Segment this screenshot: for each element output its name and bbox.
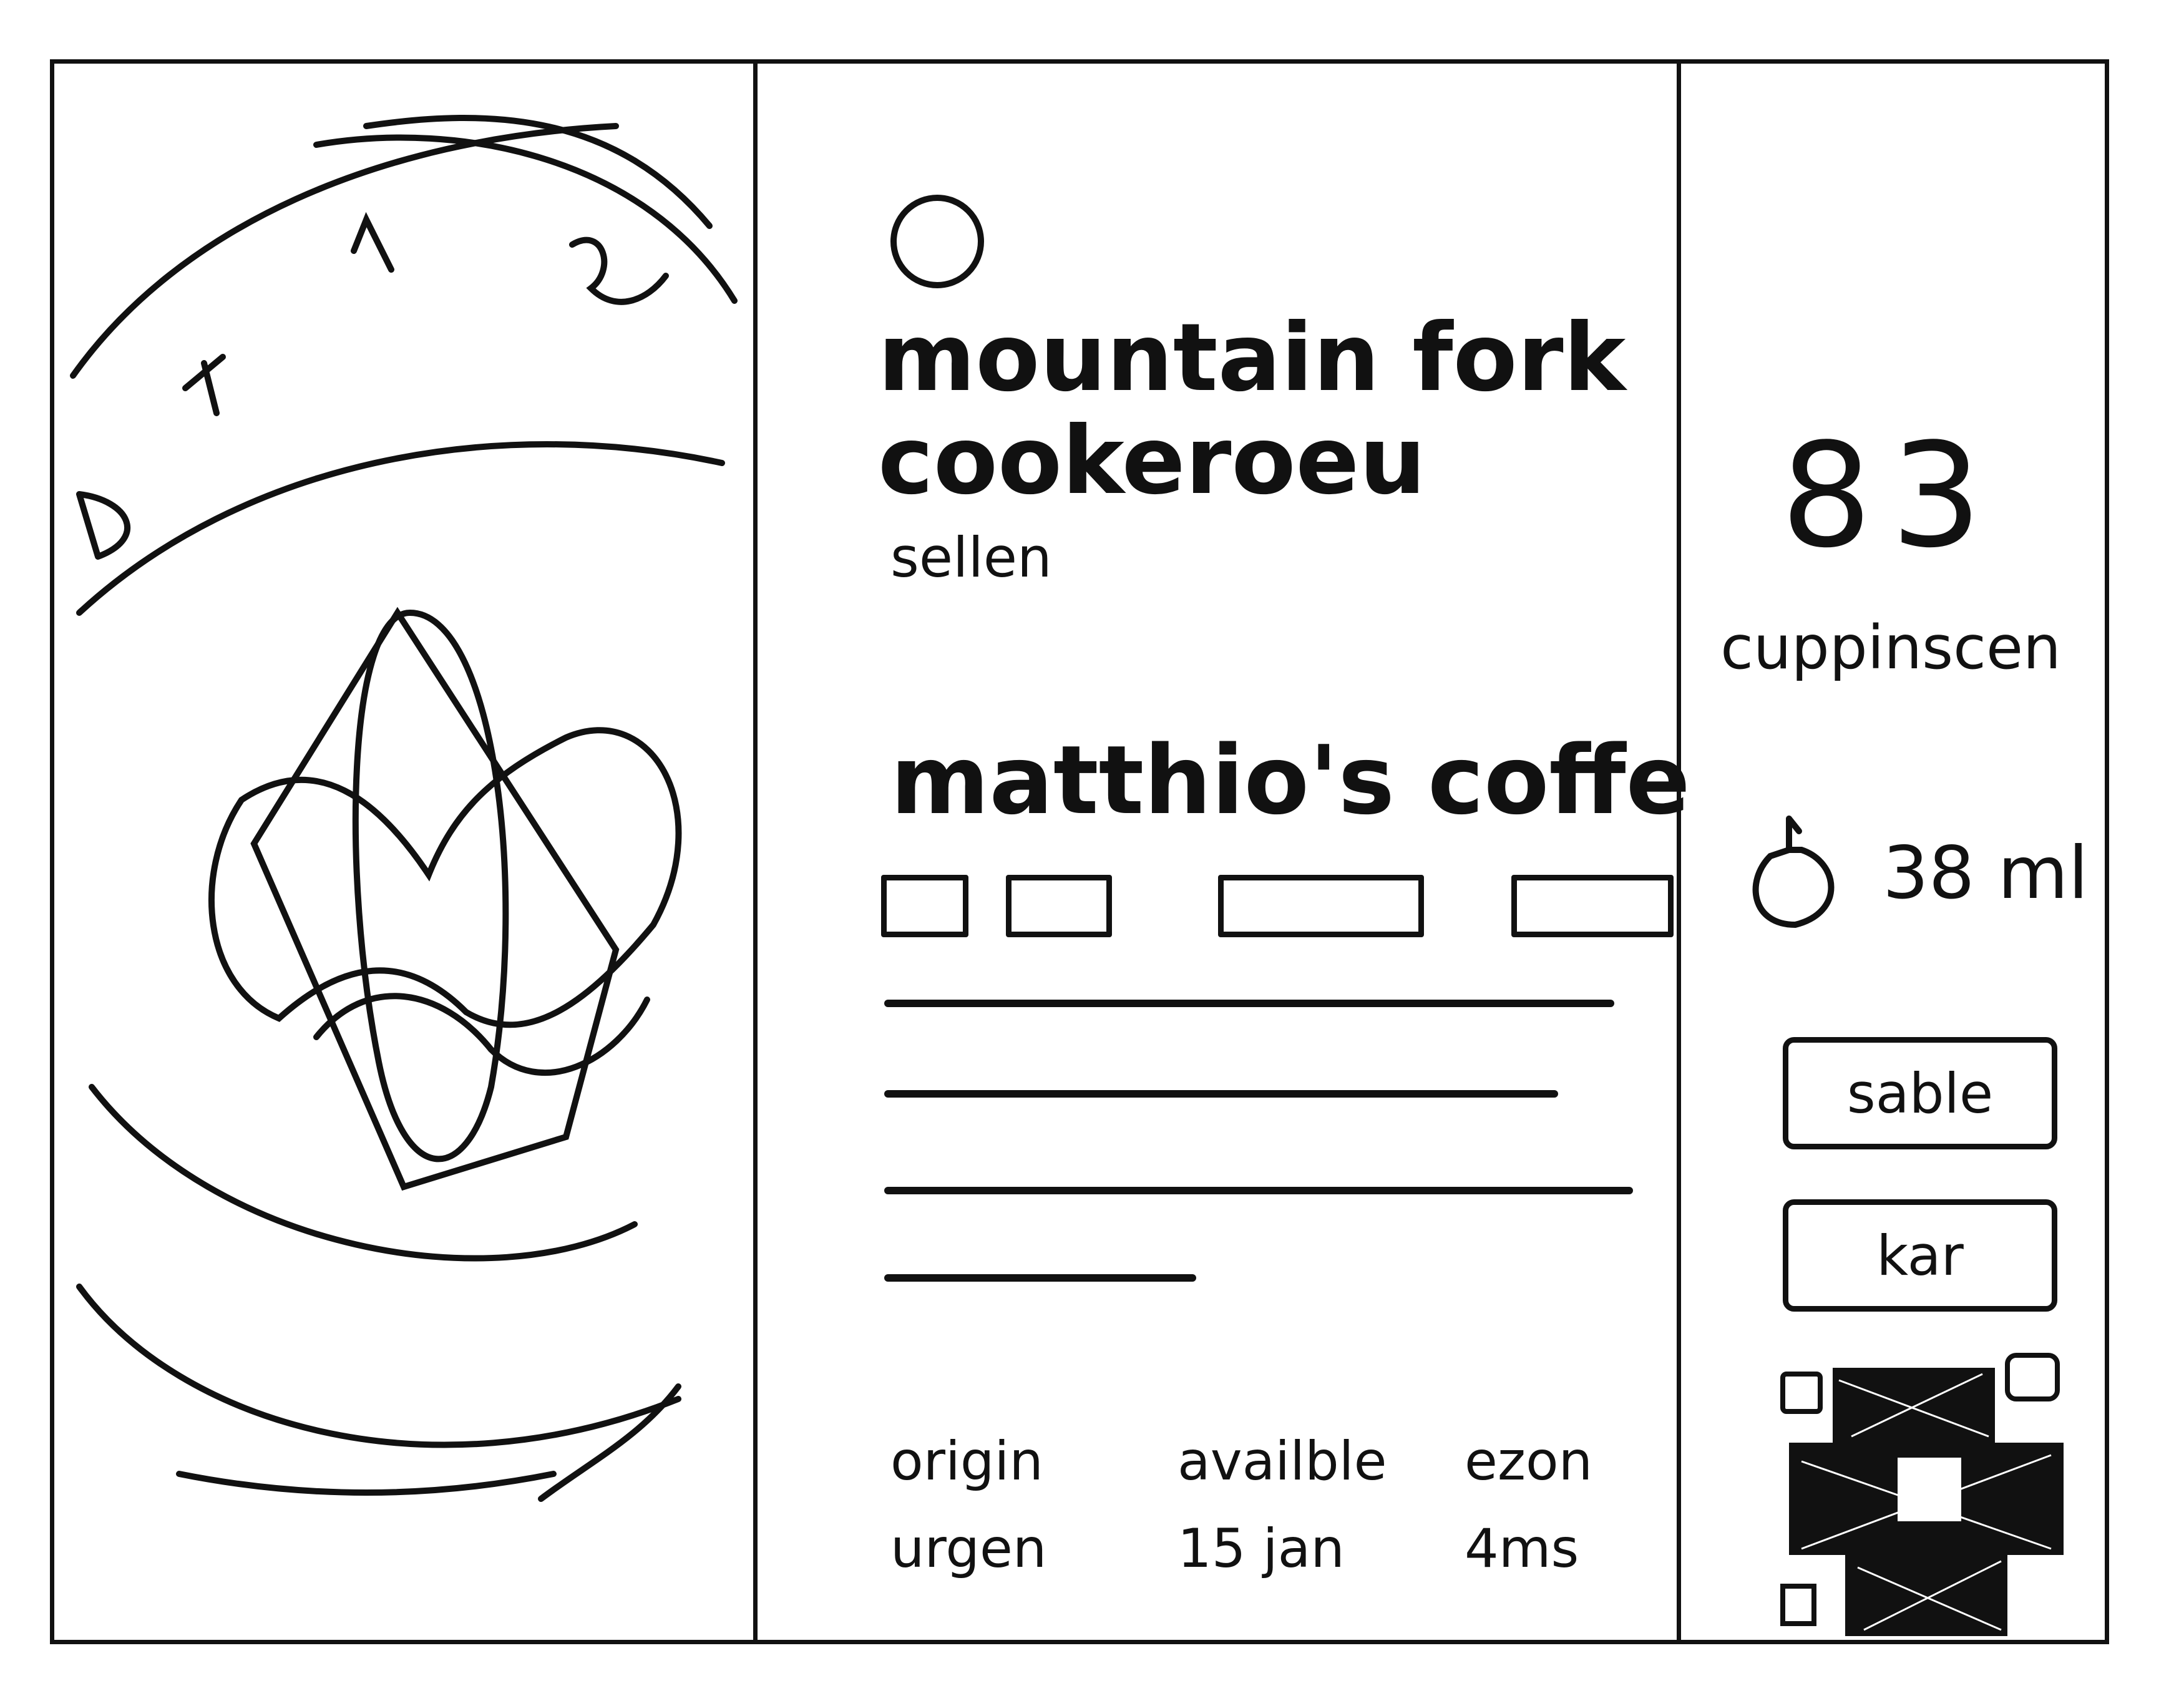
description-line xyxy=(884,1090,1558,1098)
volume-text: 38 ml xyxy=(1883,831,2089,915)
sample-button[interactable]: sable xyxy=(1783,1037,2057,1149)
product-info-grid: origin availble ezon urgen 15 jan 4ms xyxy=(890,1430,1664,1580)
tag-row xyxy=(881,875,1674,950)
info-label-third: ezon xyxy=(1465,1430,1593,1493)
info-value-available: 15 jan xyxy=(1177,1518,1345,1580)
tag-chip[interactable] xyxy=(1218,875,1424,937)
tag-chip[interactable] xyxy=(881,875,968,937)
drop-bag-icon xyxy=(1752,816,1835,928)
tag-chip[interactable] xyxy=(1511,875,1674,937)
cupping-score-label: cuppinscen xyxy=(1720,613,2061,683)
product-image xyxy=(70,115,738,1502)
roaster-logo xyxy=(890,195,984,288)
seller-name-link[interactable]: matthio's coffe xyxy=(890,725,1690,836)
product-details-panel: mountain fork cookeroeu sellen matthio's… xyxy=(753,64,1690,1640)
info-label-origin: origin xyxy=(890,1430,1043,1493)
app-frame: mountain fork cookeroeu sellen matthio's… xyxy=(50,59,2109,1644)
description-line xyxy=(884,1274,1196,1282)
product-image-panel xyxy=(54,64,758,1640)
qr-code-icon xyxy=(1780,1353,2064,1636)
info-label-available: availble xyxy=(1177,1430,1387,1493)
cupping-score-value: 83 xyxy=(1780,413,2001,580)
description-line xyxy=(884,1000,1614,1007)
seller-label: sellen xyxy=(890,525,1052,590)
info-value-third: 4ms xyxy=(1465,1518,1579,1580)
description-line xyxy=(884,1187,1633,1194)
volume-row: 38 ml xyxy=(1739,806,2089,931)
info-value-origin: urgen xyxy=(890,1518,1047,1580)
purchase-panel: 83 cuppinscen 38 ml sable kar xyxy=(1677,64,2105,1640)
tag-chip[interactable] xyxy=(1006,875,1112,937)
cart-button[interactable]: kar xyxy=(1783,1199,2057,1312)
product-description xyxy=(884,1000,1670,1349)
product-title: mountain fork cookeroeu xyxy=(878,304,1626,515)
